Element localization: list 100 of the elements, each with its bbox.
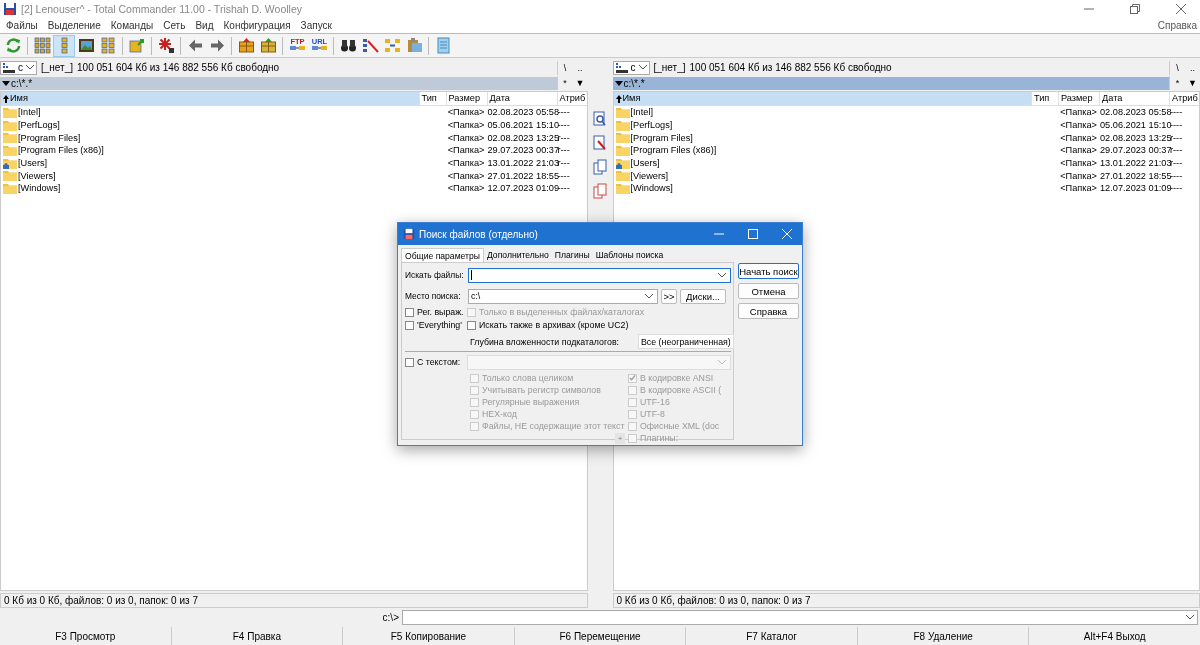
column-header[interactable]: Тип [418, 92, 446, 105]
file-name[interactable]: [Program Files (x86)] [18, 145, 104, 156]
depth-dropdown[interactable]: Все (неограниченная) [638, 334, 734, 349]
column-header[interactable]: Атриб [556, 92, 587, 105]
attribute-cell-text: r--- [1170, 145, 1184, 156]
size-cell-text: <Папка> [1059, 132, 1098, 143]
file-name[interactable]: [Program Files] [18, 132, 81, 143]
drives-button[interactable]: Диски... [680, 288, 726, 304]
checkbox[interactable] [467, 320, 476, 330]
checkbox[interactable] [405, 320, 414, 330]
checkmark-icon [629, 374, 636, 382]
column-header[interactable]: Дата [486, 92, 557, 105]
size-cell-text: <Папка> [446, 170, 486, 181]
size-cell-text: <Папка> [446, 145, 486, 156]
menu-item[interactable]: Справка [1157, 19, 1200, 31]
folder-icon [3, 132, 17, 144]
file-name[interactable]: [Windows] [630, 183, 673, 194]
path-bar[interactable]: c:\*.* [612, 76, 1169, 90]
column-header[interactable]: Размер [1058, 92, 1099, 105]
up-button[interactable]: .. [572, 60, 588, 75]
history-button[interactable]: ▼ [1185, 76, 1200, 90]
search-files-field[interactable] [468, 267, 731, 283]
checkbox-label: 'Everything' [417, 320, 462, 330]
search-location-field[interactable]: c:\ [468, 288, 658, 304]
file-name[interactable]: [Intel] [630, 107, 653, 118]
more-button[interactable]: >> [661, 288, 677, 304]
page-edit-icon[interactable] [593, 135, 607, 151]
file-name[interactable]: [Users] [630, 158, 660, 169]
close-icon[interactable] [1176, 4, 1186, 14]
star-button[interactable]: * [1170, 76, 1185, 90]
drive-dropdown[interactable]: c [612, 60, 650, 75]
menu-item[interactable]: Запуск [300, 19, 332, 31]
free-space-text: 100 051 604 Кб из 146 882 556 Кб свободно [77, 62, 281, 73]
maximize-icon[interactable] [748, 229, 758, 239]
menu-item[interactable]: Файлы [6, 19, 38, 31]
compare-icon [361, 37, 379, 54]
checkbox-label: HEX-код [482, 409, 517, 419]
checkbox-label: Регулярные выражения [482, 397, 580, 407]
copy-icon[interactable] [593, 159, 607, 175]
drive-icon [3, 62, 15, 73]
status-bar: 0 Кб из 0 Кб, файлов: 0 из 0, папок: 0 из 7 [612, 593, 1200, 608]
file-name[interactable]: [PerfLogs] [630, 120, 673, 131]
file-name[interactable]: [Users] [18, 158, 48, 169]
size-cell-text: <Папка> [446, 183, 486, 194]
tab[interactable]: Общие параметры [401, 248, 484, 262]
checkbox-label: UTF-8 [640, 409, 665, 419]
command-line-field[interactable] [402, 610, 1198, 625]
file-name[interactable]: [Viewers] [630, 170, 669, 181]
column-header[interactable]: Размер [445, 92, 487, 105]
root-button[interactable]: \ [1170, 60, 1185, 75]
file-name[interactable]: [Windows] [18, 183, 61, 194]
root-button[interactable]: \ [557, 60, 573, 75]
depth-label: Глубина вложенности подкаталогов: [470, 336, 621, 347]
file-name[interactable]: [PerfLogs] [18, 120, 60, 131]
clipboard-icon [405, 37, 423, 54]
size-cell-text: <Папка> [446, 120, 486, 131]
menu-item[interactable]: Конфигурация [223, 19, 291, 31]
date-cell: 05.06.2021 15:10 [486, 120, 557, 131]
folder-icon [615, 106, 630, 118]
dialog-button[interactable]: Начать поиск [738, 263, 799, 279]
checkbox[interactable] [405, 307, 414, 317]
path-bar[interactable]: c:\*.* [0, 76, 557, 90]
menu-item[interactable]: Вид [195, 19, 214, 31]
restore-icon[interactable] [1130, 4, 1140, 14]
asterisk-icon [157, 37, 175, 54]
attribute-cell-text: ---- [1170, 183, 1184, 194]
file-name[interactable]: [Program Files (x86)] [630, 145, 717, 156]
file-name[interactable]: [Intel] [18, 107, 41, 118]
up-button[interactable]: .. [1185, 60, 1200, 75]
size-cell-text: <Папка> [1059, 107, 1098, 118]
file-name[interactable]: [Program Files] [630, 132, 693, 143]
field-label: Искать файлы: [405, 270, 465, 280]
binoculars-icon [339, 37, 357, 54]
column-header[interactable]: Дата [1099, 92, 1169, 105]
dialog-button[interactable]: Справка [738, 303, 799, 319]
drive-dropdown[interactable]: c [0, 60, 37, 75]
column-header[interactable]: Тип [1031, 92, 1058, 105]
column-header[interactable]: Атриб [1169, 92, 1199, 105]
copy-icon[interactable] [593, 183, 607, 199]
size-cell-text: <Папка> [1059, 120, 1098, 131]
history-button[interactable]: ▼ [572, 76, 588, 90]
folder-icon [3, 144, 17, 156]
menu-item[interactable]: Команды [110, 19, 154, 31]
chevron-down-icon [638, 65, 647, 70]
size-cell-text: <Папка> [1059, 183, 1098, 194]
checkbox-label: Учитывать регистр символов [482, 385, 601, 395]
menu-item[interactable]: Сеть [163, 19, 186, 31]
magnifier-icon[interactable] [593, 111, 607, 127]
date-cell: 12.07.2023 01:09 [1099, 183, 1169, 194]
size-cell-text: <Папка> [1059, 145, 1098, 156]
star-button[interactable]: * [557, 76, 573, 90]
file-name[interactable]: [Viewers] [18, 170, 56, 181]
checkbox[interactable] [405, 357, 414, 367]
menu-item[interactable]: Выделение [47, 19, 101, 31]
attribute-cell-text: ---- [1170, 170, 1184, 181]
checkbox-label: Файлы, НЕ содержащие этот текст [482, 421, 625, 431]
search-text-field[interactable] [467, 354, 731, 370]
window-title: [2] Lenouser^ - Total Commander 11.00 - Trishah D. Woolley [21, 3, 302, 15]
dialog-button[interactable]: Отмена [738, 283, 799, 299]
field-label: Место поиска: [405, 291, 462, 301]
